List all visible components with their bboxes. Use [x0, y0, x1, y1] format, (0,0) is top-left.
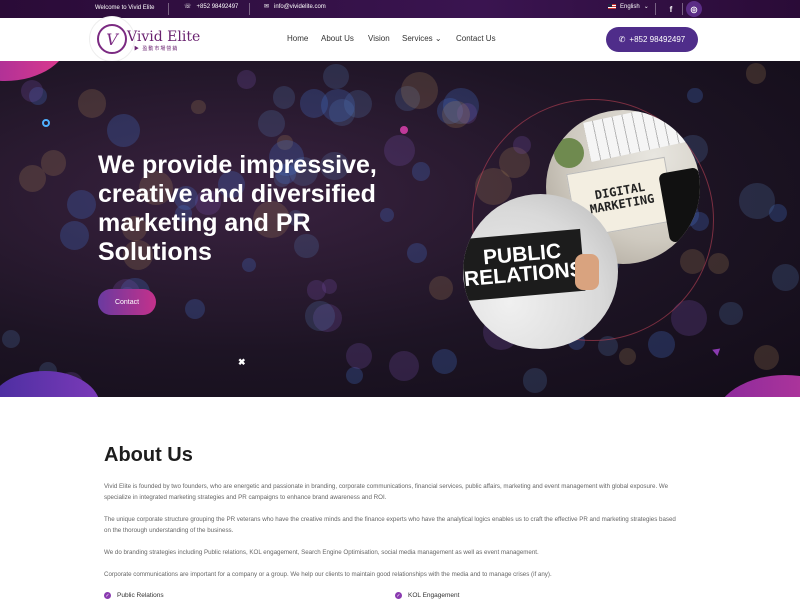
nav-about-us[interactable]: About Us: [321, 34, 354, 43]
bokeh-light: [523, 368, 548, 393]
topbar-email-address[interactable]: info@vividelite.com: [274, 4, 326, 10]
decorative-dot: [400, 126, 408, 134]
language-label[interactable]: English: [620, 4, 640, 10]
bokeh-light: [442, 100, 470, 128]
public-relations-image: PUBLIC RELATIONS: [463, 194, 618, 349]
decorative-blob: [715, 375, 800, 397]
about-paragraph: The unique corporate structure grouping …: [104, 516, 676, 534]
about-paragraph: Corporate communications are important f…: [104, 571, 552, 578]
feature-item: ✓ KOL Engagement: [395, 592, 459, 599]
divider: [249, 3, 250, 15]
top-bar: Welcome to Vivid Elite ☏ +852 98492497 ✉…: [0, 0, 800, 18]
divider: [655, 3, 656, 15]
bokeh-light: [431, 349, 457, 374]
bokeh-light: [257, 110, 285, 138]
hero-section: We provide impressive, creative and dive…: [0, 61, 800, 397]
keyboard-graphic: [583, 110, 700, 163]
about-paragraph: Vivid Elite is founded by two founders, …: [104, 483, 669, 501]
smartphone-graphic: [658, 167, 700, 243]
bokeh-light: [2, 330, 21, 349]
contact-button[interactable]: Contact: [98, 289, 156, 315]
bokeh-light: [346, 366, 364, 384]
about-section: About Us Vivid Elite is founded by two f…: [104, 444, 684, 599]
bokeh-light: [306, 280, 327, 300]
bokeh-light: [401, 72, 439, 110]
plant-graphic: [554, 138, 584, 168]
bokeh-light: [237, 70, 256, 89]
public-relations-sign: PUBLIC RELATIONS: [463, 228, 586, 302]
chevron-down-icon: ⌄: [643, 4, 649, 10]
logo-mark: V: [97, 24, 127, 54]
hand-graphic: [575, 254, 599, 290]
bokeh-light: [754, 344, 780, 370]
hero-title: We provide impressive, creative and dive…: [98, 151, 377, 266]
instagram-icon[interactable]: ◎: [686, 1, 702, 17]
nav-contact-us[interactable]: Contact Us: [456, 34, 496, 43]
bokeh-light: [106, 113, 140, 147]
phone-icon: ☏: [184, 4, 192, 10]
bokeh-light: [323, 63, 349, 90]
whatsapp-call-button[interactable]: ✆ +852 98492497: [606, 27, 698, 52]
topbar-phone-number[interactable]: +852 98492497: [197, 4, 239, 10]
bokeh-light: [618, 347, 636, 365]
site-logo[interactable]: V Vivid Elite ▶ 盈動市場營銷: [90, 17, 200, 61]
decorative-ring: [42, 119, 50, 127]
site-header: V Vivid Elite ▶ 盈動市場營銷 Home About Us Vis…: [0, 17, 800, 61]
close-icon[interactable]: ✖: [238, 357, 246, 368]
bokeh-light: [719, 302, 743, 326]
divider: [682, 3, 683, 15]
bokeh-light: [191, 100, 206, 115]
bokeh-light: [77, 89, 107, 119]
decorative-blob: [0, 61, 70, 81]
topbar-email[interactable]: ✉ info@vividelite.com: [264, 3, 326, 11]
bokeh-light: [389, 351, 419, 381]
bokeh-light: [429, 275, 454, 301]
language-selector[interactable]: English ⌄: [608, 3, 649, 10]
play-triangle-icon: [710, 346, 721, 356]
bokeh-light: [184, 298, 205, 320]
about-heading: About Us: [104, 444, 193, 466]
nav-vision[interactable]: Vision: [368, 34, 390, 43]
divider: [168, 3, 169, 15]
bokeh-light: [346, 343, 373, 370]
bokeh-light: [739, 183, 775, 219]
whatsapp-button-label: +852 98492497: [629, 35, 686, 44]
bokeh-light: [772, 264, 800, 292]
bokeh-light: [273, 86, 296, 109]
logo-subtitle: ▶ 盈動市場營銷: [134, 46, 179, 52]
envelope-icon: ✉: [264, 4, 270, 10]
check-circle-icon: ✓: [104, 592, 111, 599]
topbar-phone[interactable]: ☏ +852 98492497: [184, 3, 239, 11]
nav-home[interactable]: Home: [287, 34, 308, 43]
feature-item: ✓ Public Relations: [104, 592, 164, 599]
us-flag-icon: [608, 4, 616, 9]
feature-label: Public Relations: [117, 592, 164, 599]
bokeh-light: [707, 252, 730, 275]
bokeh-light: [67, 190, 97, 220]
feature-label: KOL Engagement: [408, 592, 460, 599]
check-circle-icon: ✓: [395, 592, 402, 599]
decorative-blob: [0, 371, 100, 397]
bokeh-light: [305, 301, 335, 331]
welcome-text: Welcome to Vivid Elite: [95, 5, 155, 11]
bokeh-light: [647, 330, 675, 358]
logo-text: Vivid Elite: [127, 29, 201, 45]
nav-services[interactable]: Services ⌄: [402, 34, 442, 43]
whatsapp-icon: ✆: [618, 35, 626, 44]
about-paragraph: We do branding strategies including Publ…: [104, 549, 539, 556]
bokeh-light: [40, 150, 67, 177]
bokeh-light: [299, 88, 329, 118]
bokeh-light: [59, 220, 90, 251]
facebook-icon[interactable]: f: [663, 1, 679, 17]
bokeh-light: [746, 63, 767, 84]
bokeh-light: [687, 87, 704, 104]
